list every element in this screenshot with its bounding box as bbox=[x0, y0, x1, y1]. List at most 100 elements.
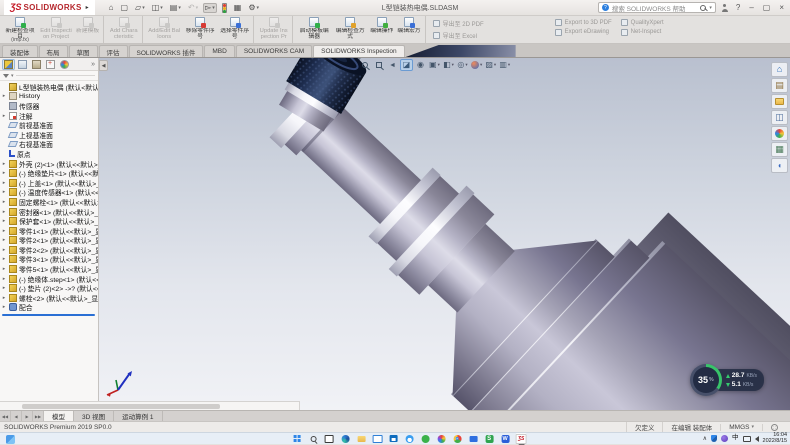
filter-input[interactable] bbox=[16, 75, 95, 76]
ribbon-new-template-button[interactable]: 新建模板 bbox=[74, 16, 104, 43]
panel-tab-overflow-icon[interactable]: » bbox=[91, 61, 96, 68]
feature-tree-item[interactable]: ▸ 配合 bbox=[0, 303, 98, 313]
login-icon[interactable] bbox=[721, 4, 729, 12]
panel-tab-properties[interactable] bbox=[16, 59, 29, 70]
doc-nav-arrow-button[interactable]: ◀◀ bbox=[0, 411, 11, 421]
logo-flyout-arrow-icon[interactable]: ▸ bbox=[86, 4, 89, 11]
quick-new-document-button[interactable] bbox=[118, 3, 130, 13]
panel-collapse-button[interactable]: ◀ bbox=[99, 60, 108, 71]
taskpane-properties-tab[interactable] bbox=[771, 142, 788, 157]
hud-zoom-area-button[interactable] bbox=[372, 59, 385, 71]
taskpane-file-explorer-tab[interactable] bbox=[771, 94, 788, 109]
feature-tree-item[interactable]: ▸ 外壳 (2)<1> (默认<<默认>_显示状 bbox=[0, 159, 98, 169]
expand-arrow-icon[interactable]: ▸ bbox=[1, 304, 7, 310]
taskbar-browser-360-icon[interactable] bbox=[420, 433, 431, 444]
model-shaft-assembly[interactable] bbox=[179, 58, 790, 410]
taskbar-browser-wheel-icon[interactable] bbox=[436, 433, 447, 444]
feature-tree-item[interactable]: 右视基准面 bbox=[0, 140, 98, 150]
command-tab[interactable]: 评估 bbox=[99, 45, 128, 57]
ribbon-select-balloons-button[interactable]: 选择零件序号 bbox=[218, 16, 254, 43]
feature-tree-item[interactable]: ▸ 保护套<1> (默认<<默认>_显示状 bbox=[0, 216, 98, 226]
quick-home-button[interactable] bbox=[107, 3, 116, 13]
ribbon-edit-operation-button[interactable]: 编辑操作 bbox=[368, 16, 395, 43]
ribbon-launch-template-editor-button[interactable]: 启动模板编辑器 bbox=[296, 16, 332, 43]
feature-tree-item[interactable]: ▸ 零件2<2> (默认<<默认>_显示状态 bbox=[0, 245, 98, 255]
expand-arrow-icon[interactable]: ▸ bbox=[1, 170, 7, 176]
taskbar-solidworks-icon[interactable] bbox=[516, 433, 527, 444]
expand-arrow-icon[interactable]: ▸ bbox=[1, 113, 7, 119]
feature-tree-item[interactable]: ▸ 零件1<1> (默认<<默认>_显示状态 bbox=[0, 226, 98, 236]
quick-open-button[interactable] bbox=[133, 3, 147, 13]
security-shield-icon[interactable] bbox=[711, 435, 717, 442]
command-tab[interactable]: 草图 bbox=[69, 45, 98, 57]
close-button[interactable]: × bbox=[777, 4, 786, 12]
feature-tree-item[interactable]: 上视基准面 bbox=[0, 130, 98, 140]
feature-tree-item[interactable]: ▸ (-) 温度传感器<1> (默认<<默认>_ bbox=[0, 188, 98, 198]
export-button[interactable]: Export to 3D PDF bbox=[555, 19, 612, 26]
quick-file-properties-button[interactable] bbox=[232, 3, 244, 13]
taskbar-search-icon[interactable] bbox=[308, 433, 319, 444]
feature-tree-item[interactable]: ▸ 螺栓<2> (默认<<默认>_显示状态 bbox=[0, 293, 98, 303]
export-button[interactable]: Net-Inspect bbox=[621, 29, 664, 36]
help-button[interactable]: ? bbox=[734, 4, 742, 12]
expand-arrow-icon[interactable]: ▸ bbox=[1, 199, 7, 205]
expand-arrow-icon[interactable]: ▸ bbox=[1, 285, 7, 291]
quick-print-button[interactable] bbox=[168, 3, 183, 13]
search-icon[interactable] bbox=[700, 5, 706, 11]
hud-zoom-fit-button[interactable] bbox=[358, 59, 371, 71]
search-dropdown-icon[interactable]: ▾ bbox=[709, 5, 712, 11]
feature-tree-item[interactable]: L型铠装热电偶 (默认<默认_显示状态-1 bbox=[0, 82, 98, 92]
hud-previous-view-button[interactable] bbox=[386, 59, 399, 71]
restore-button[interactable]: ▢ bbox=[761, 4, 773, 12]
hud-hide-show-items-button[interactable] bbox=[456, 59, 469, 71]
quick-save-button[interactable] bbox=[150, 3, 165, 13]
feature-tree-item[interactable]: ▸ 注解 bbox=[0, 111, 98, 121]
hud-view-settings-button[interactable] bbox=[498, 59, 511, 71]
taskbar-edge-icon[interactable] bbox=[340, 433, 351, 444]
expand-arrow-icon[interactable]: ▸ bbox=[1, 228, 7, 234]
model-3d-view[interactable] bbox=[99, 58, 790, 410]
expand-arrow-icon[interactable]: ▸ bbox=[1, 161, 7, 167]
taskpane-forum-tab[interactable] bbox=[771, 158, 788, 173]
expand-arrow-icon[interactable]: ▸ bbox=[1, 189, 7, 195]
doc-tab[interactable]: 运动算例 1 bbox=[114, 411, 162, 421]
ime-indicator[interactable]: 中 bbox=[732, 435, 739, 442]
panel-tab-dimxpert[interactable] bbox=[44, 59, 57, 70]
doc-nav-arrow-button[interactable]: ▶▶ bbox=[33, 411, 44, 421]
taskbar-cloud-drive-icon[interactable] bbox=[404, 433, 415, 444]
taskbar-meeting-icon[interactable] bbox=[468, 433, 479, 444]
doc-tab[interactable]: 3D 视图 bbox=[74, 411, 114, 421]
feature-tree-item[interactable]: ▸ 密封器<1> (默认<<默认>_显示状 bbox=[0, 207, 98, 217]
taskbar-file-explorer-icon[interactable] bbox=[356, 433, 367, 444]
quick-select-button[interactable] bbox=[203, 3, 217, 13]
status-globe[interactable] bbox=[762, 424, 786, 431]
ribbon-add-characteristic-button[interactable]: Add Characteristic bbox=[107, 16, 143, 43]
taskpane-design-library-tab[interactable] bbox=[771, 78, 788, 93]
ribbon-edit-macro-button[interactable]: 编辑宏方 bbox=[395, 16, 425, 43]
volume-icon[interactable] bbox=[755, 436, 759, 442]
expand-arrow-icon[interactable]: ▸ bbox=[1, 237, 7, 243]
taskbar-word-icon[interactable] bbox=[500, 433, 511, 444]
panel-horizontal-scrollbar[interactable] bbox=[0, 401, 300, 410]
expand-arrow-icon[interactable]: ▸ bbox=[1, 247, 7, 253]
export-button[interactable]: 导出至 Excel bbox=[433, 31, 546, 40]
export-button[interactable]: 导出至 2D PDF bbox=[433, 19, 546, 28]
hud-display-style-button[interactable] bbox=[442, 59, 455, 71]
taskpane-view-palette-tab[interactable] bbox=[771, 110, 788, 125]
feature-tree-item[interactable]: ▸ (-) 绝缘体.step<1> (默认<<默认> bbox=[0, 274, 98, 284]
expand-arrow-icon[interactable]: ▸ bbox=[1, 276, 7, 282]
tree-filter-bar[interactable]: ▾ bbox=[0, 71, 98, 81]
command-tab[interactable]: SOLIDWORKS Inspection bbox=[313, 45, 405, 57]
feature-tree-item[interactable]: ▸ (-) 垫片 (2)<2> ->? (默认<<默认> bbox=[0, 283, 98, 293]
expand-arrow-icon[interactable]: ▸ bbox=[1, 256, 7, 262]
rollback-bar[interactable] bbox=[2, 314, 95, 316]
scrollbar-thumb[interactable] bbox=[22, 404, 220, 409]
display-tray-icon[interactable] bbox=[743, 436, 751, 442]
quick-options-button[interactable] bbox=[246, 3, 261, 13]
feature-tree-item[interactable]: ▸ 零件3<1> (默认<<默认>_显示状态 bbox=[0, 255, 98, 265]
panel-tab-display-manager[interactable] bbox=[58, 59, 71, 70]
doc-nav-arrow-button[interactable]: ▶ bbox=[22, 411, 33, 421]
widgets-icon[interactable] bbox=[6, 435, 15, 444]
speed-overlay[interactable]: 35% 28.7 KB/s 5.1 KB/s bbox=[690, 364, 764, 396]
feature-tree-item[interactable]: ▸ (-) 上盖<1> (默认<<默认>_显示状 bbox=[0, 178, 98, 188]
